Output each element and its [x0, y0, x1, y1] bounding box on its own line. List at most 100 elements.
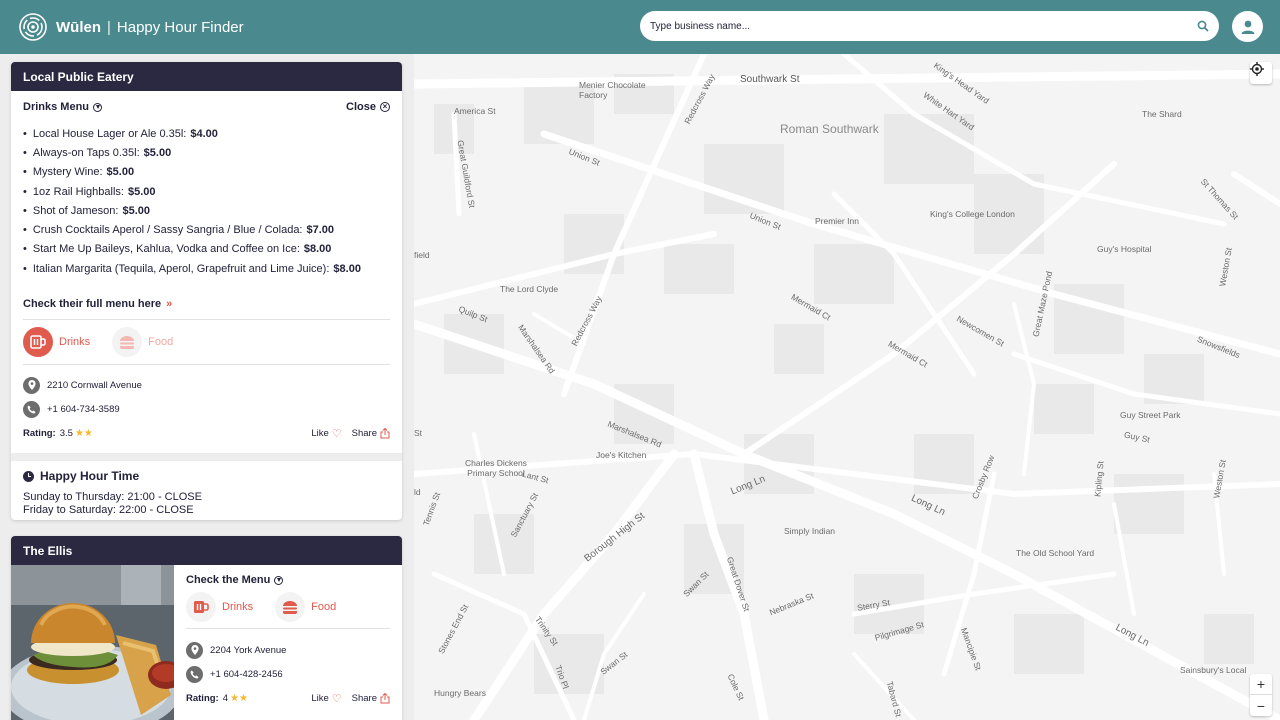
menu-item-price: $5.00: [106, 166, 135, 179]
address-text[interactable]: 2204 York Avenue: [210, 645, 286, 656]
full-menu-label: Check their full menu here: [23, 298, 162, 311]
happy-hour-section: Happy Hour Time Sunday to Thursday: 21:0…: [11, 453, 402, 517]
map-poi-label: Premier Inn: [815, 216, 859, 226]
search-icon[interactable]: [1197, 20, 1209, 32]
zoom-out-button[interactable]: −: [1250, 695, 1272, 716]
location-pin-icon: [186, 641, 203, 659]
menu-item: Start Me Up Baileys, Kahlua, Vodka and C…: [23, 240, 390, 259]
map-street-label: ld: [414, 487, 421, 497]
map-street-label: Southwark St: [740, 74, 800, 85]
rating-value: 4: [222, 692, 229, 704]
menu-item-price: $8.00: [333, 262, 361, 275]
rating-row: Rating: 4 ★★ Like ♡ Share: [186, 686, 390, 710]
venue-title[interactable]: Local Public Eatery: [11, 62, 402, 91]
map-street-label: field: [414, 250, 430, 260]
drinks-menu-heading[interactable]: Drinks Menu: [23, 101, 103, 113]
check-menu-link[interactable]: Check the Menu: [186, 574, 284, 586]
zoom-in-button[interactable]: +: [1250, 674, 1272, 695]
venue-title[interactable]: The Ellis: [11, 536, 402, 565]
like-button[interactable]: Like ♡: [311, 692, 341, 705]
menu-item: Mystery Wine:$5.00: [23, 163, 390, 182]
rating-label: Rating:: [186, 692, 219, 704]
rating-value: 3.5: [59, 427, 73, 439]
menu-item: Always-on Taps 0.35l:$5.00: [23, 143, 390, 162]
happy-hour-line: Sunday to Thursday: 21:00 - CLOSE: [23, 491, 202, 504]
share-icon: [380, 427, 390, 439]
phone-text[interactable]: +1 604-734-3589: [47, 404, 120, 415]
share-button[interactable]: Share: [351, 692, 390, 704]
user-icon: [1241, 20, 1254, 34]
full-menu-link[interactable]: Check their full menu here »: [23, 297, 390, 311]
menu-item: Shot of Jameson:$5.00: [23, 201, 390, 220]
food-toggle[interactable]: Food: [112, 327, 174, 358]
locate-me-button[interactable]: [1250, 62, 1272, 84]
logo-icon: [19, 13, 47, 41]
beer-mug-icon: [23, 327, 53, 358]
menu-item-price: $5.00: [127, 185, 156, 198]
map-poi-label: The Shard: [1142, 109, 1182, 119]
zoom-controls: + −: [1250, 674, 1272, 716]
drinks-menu-label: Drinks Menu: [23, 101, 90, 113]
food-label: Food: [148, 336, 174, 349]
map-poi-label: Sainsbury's Local: [1180, 665, 1247, 675]
map-poi-label: Guy's Hospital: [1097, 244, 1152, 254]
star-icon: ★★: [230, 692, 248, 704]
menu-item: 1oz Rail Highballs:$5.00: [23, 182, 390, 201]
menu-item: Crush Cocktails Aperol / Sassy Sangria /…: [23, 220, 390, 239]
app-header: Wūlen | Happy Hour Finder: [0, 0, 1280, 54]
map-poi-label: Menier Chocolate Factory: [579, 80, 646, 100]
like-button[interactable]: Like ♡: [311, 427, 341, 440]
share-icon: [380, 692, 390, 703]
menu-item-price: $8.00: [303, 243, 332, 256]
like-label: Like: [311, 692, 329, 704]
map-poi-label: Guy Street Park: [1120, 410, 1181, 420]
share-label: Share: [351, 692, 377, 704]
drinks-label: Drinks: [59, 336, 91, 349]
map-street-label: America St: [454, 106, 496, 116]
beer-mug-icon: [186, 592, 216, 622]
search-input[interactable]: [650, 20, 1190, 32]
app-subtitle: Happy Hour Finder: [116, 18, 244, 36]
like-label: Like: [311, 427, 329, 439]
drinks-label: Drinks: [222, 601, 254, 613]
heart-icon: ♡: [331, 692, 342, 705]
star-icon: ★★: [74, 427, 93, 439]
map-poi-label: The Lord Clyde: [500, 284, 559, 294]
map-poi-label: Hungry Bears: [434, 688, 486, 698]
share-button[interactable]: Share: [352, 427, 390, 439]
drinks-toggle[interactable]: Drinks: [186, 592, 253, 622]
happy-hour-line: Friday to Saturday: 22:00 - CLOSE: [23, 504, 194, 517]
close-button[interactable]: Close ×: [346, 101, 390, 113]
menu-item: Local House Lager or Ale 0.35l:$4.00: [23, 124, 390, 143]
map-view[interactable]: Southwark St Menier Chocolate Factory Am…: [414, 54, 1280, 720]
brand[interactable]: Wūlen | Happy Hour Finder: [18, 12, 244, 42]
food-toggle[interactable]: Food: [275, 592, 336, 622]
map-poi-label: King's College London: [930, 209, 1015, 219]
category-toggles: Drinks Food: [186, 586, 390, 628]
drinks-menu-list: Local House Lager or Ale 0.35l:$4.00 Alw…: [23, 124, 390, 278]
food-label: Food: [311, 601, 337, 613]
venue-card: Local Public Eatery Drinks Menu Close × …: [11, 62, 402, 520]
venue-photo[interactable]: [11, 565, 174, 720]
menu-item-price: $5.00: [122, 204, 150, 217]
location-pin-icon: [23, 376, 40, 394]
map-poi-label: The Old School Yard: [1016, 548, 1095, 558]
brand-separator: |: [107, 18, 111, 36]
expand-icon: [274, 575, 284, 585]
burger-icon: [112, 327, 143, 358]
happy-hour-title: Happy Hour Time: [23, 469, 390, 483]
rating-row: Rating: 3.5 ★★ Like ♡ Share: [23, 421, 390, 445]
map-poi-label: Simply Indian: [784, 526, 836, 536]
expand-icon: [93, 102, 103, 112]
category-toggles: Drinks Food: [23, 320, 390, 364]
results-sidebar[interactable]: Local Public Eatery Drinks Menu Close × …: [0, 54, 414, 720]
address-text[interactable]: 2210 Cornwall Avenue: [47, 380, 142, 391]
crosshair-icon: [1250, 62, 1264, 76]
drinks-toggle[interactable]: Drinks: [23, 327, 91, 358]
brand-name: Wūlen: [56, 18, 101, 36]
burger-icon: [275, 592, 306, 622]
phone-text[interactable]: +1 604-428-2456: [210, 669, 283, 680]
user-account-button[interactable]: [1232, 11, 1263, 42]
phone-row: +1 604-428-2456: [186, 662, 390, 686]
address-row: 2210 Cornwall Avenue: [23, 373, 390, 397]
